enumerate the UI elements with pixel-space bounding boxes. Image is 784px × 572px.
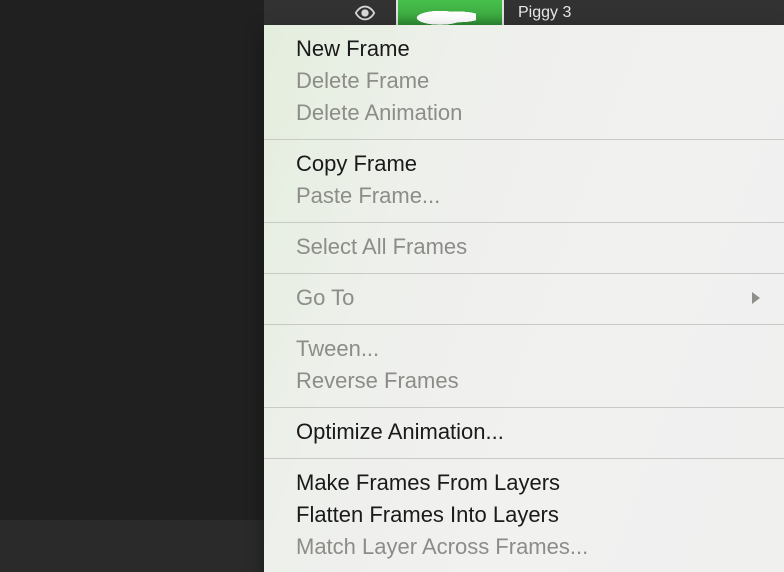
timeline-layer-row[interactable]: Piggy 3 bbox=[354, 0, 571, 25]
menu-item-label: Flatten Frames Into Layers bbox=[296, 501, 762, 529]
menu-group-6: Optimize Animation... bbox=[264, 408, 784, 458]
timeline-context-menu: New Frame Delete Frame Delete Animation … bbox=[264, 25, 784, 572]
frame-thumbnail[interactable] bbox=[396, 0, 504, 25]
visibility-eye-icon[interactable] bbox=[354, 2, 376, 24]
menu-new-frame[interactable]: New Frame bbox=[264, 33, 784, 65]
menu-group-3: Select All Frames bbox=[264, 223, 784, 273]
menu-group-2: Copy Frame Paste Frame... bbox=[264, 140, 784, 222]
menu-reverse-frames: Reverse Frames bbox=[264, 365, 784, 397]
menu-item-label: Delete Animation bbox=[296, 99, 762, 127]
menu-item-label: Reverse Frames bbox=[296, 367, 762, 395]
menu-optimize-animation[interactable]: Optimize Animation... bbox=[264, 416, 784, 448]
menu-item-label: Optimize Animation... bbox=[296, 418, 762, 446]
menu-group-5: Tween... Reverse Frames bbox=[264, 325, 784, 407]
menu-item-label: Match Layer Across Frames... bbox=[296, 533, 762, 561]
layer-name-label: Piggy 3 bbox=[518, 4, 571, 22]
menu-item-label: Tween... bbox=[296, 335, 762, 363]
menu-copy-frame[interactable]: Copy Frame bbox=[264, 148, 784, 180]
canvas-area bbox=[0, 0, 264, 520]
menu-paste-frame: Paste Frame... bbox=[264, 180, 784, 212]
menu-delete-frame: Delete Frame bbox=[264, 65, 784, 97]
menu-delete-animation: Delete Animation bbox=[264, 97, 784, 129]
menu-group-4: Go To bbox=[264, 274, 784, 324]
timeline-panel: Piggy 3 bbox=[264, 0, 784, 25]
menu-match-layer-across-frames: Match Layer Across Frames... bbox=[264, 531, 784, 563]
menu-flatten-frames-into-layers[interactable]: Flatten Frames Into Layers bbox=[264, 499, 784, 531]
menu-item-label: Make Frames From Layers bbox=[296, 469, 762, 497]
menu-item-label: Paste Frame... bbox=[296, 182, 762, 210]
menu-group-1: New Frame Delete Frame Delete Animation bbox=[264, 25, 784, 139]
menu-group-7: Make Frames From Layers Flatten Frames I… bbox=[264, 459, 784, 572]
menu-item-label: Delete Frame bbox=[296, 67, 762, 95]
menu-item-label: Go To bbox=[296, 284, 748, 312]
submenu-arrow-icon bbox=[748, 284, 762, 312]
menu-item-label: Select All Frames bbox=[296, 233, 762, 261]
app-root: Piggy 3 New Frame Delete Frame Delete An… bbox=[0, 0, 784, 572]
menu-tween: Tween... bbox=[264, 333, 784, 365]
menu-item-label: New Frame bbox=[296, 35, 762, 63]
menu-item-label: Copy Frame bbox=[296, 150, 762, 178]
menu-select-all-frames: Select All Frames bbox=[264, 231, 784, 263]
menu-make-frames-from-layers[interactable]: Make Frames From Layers bbox=[264, 467, 784, 499]
menu-go-to: Go To bbox=[264, 282, 784, 314]
